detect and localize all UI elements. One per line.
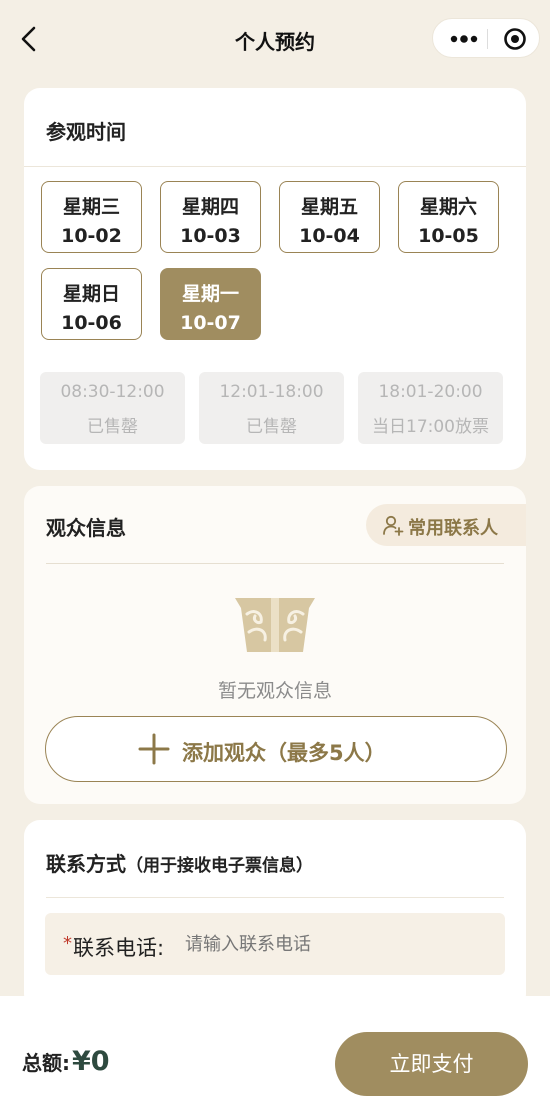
date-value: 10-04 (299, 225, 360, 247)
close-miniprogram-button[interactable] (493, 19, 537, 59)
add-audience-button[interactable]: 添加观众（最多5人） (45, 716, 507, 782)
frequent-contacts-button[interactable]: 常用联系人 (366, 504, 526, 546)
bottom-bar: 总额:¥0 立即支付 (0, 996, 550, 1100)
date-weekday: 星期四 (181, 196, 239, 218)
person-add-icon (383, 515, 404, 536)
divider (46, 563, 504, 564)
visit-time-card: 参观时间 星期三 10-02 星期四 10-03 星期五 10-04 星期六 1… (24, 88, 526, 470)
slot-time: 18:01-20:00 (378, 382, 483, 402)
required-mark: * (63, 933, 72, 954)
date-weekday: 星期三 (62, 196, 120, 218)
date-option-10-07-selected[interactable]: 星期一 10-07 (160, 268, 261, 340)
phone-field: * 联系电话: (45, 913, 505, 975)
date-option-10-02[interactable]: 星期三 10-02 (41, 181, 142, 253)
date-value: 10-06 (61, 312, 122, 334)
capsule-divider (487, 29, 488, 49)
target-icon (504, 28, 526, 50)
date-value: 10-05 (418, 225, 479, 247)
contact-title-text: 联系方式 (46, 852, 126, 876)
slot-status: 已售罄 (246, 417, 297, 437)
pay-now-button[interactable]: 立即支付 (335, 1032, 528, 1096)
date-option-10-05[interactable]: 星期六 10-05 (398, 181, 499, 253)
date-option-10-06[interactable]: 星期日 10-06 (41, 268, 142, 340)
mini-program-capsule (432, 18, 540, 58)
total-value: ¥0 (72, 1046, 110, 1077)
frequent-contacts-label: 常用联系人 (408, 518, 498, 539)
empty-state-text: 暂无观众信息 (217, 680, 332, 702)
date-option-10-04[interactable]: 星期五 10-04 (279, 181, 380, 253)
add-audience-label: 添加观众（最多5人） (182, 741, 386, 765)
date-value: 10-02 (61, 225, 122, 247)
date-weekday: 星期六 (419, 196, 477, 218)
phone-label: 联系电话: (73, 936, 165, 960)
date-weekday: 星期一 (181, 283, 239, 305)
more-dots-icon (450, 35, 478, 43)
audience-info-title: 观众信息 (46, 516, 126, 540)
total-label: 总额: (22, 1051, 70, 1075)
divider (24, 166, 526, 167)
contact-method-title: 联系方式（用于接收电子票信息） (46, 848, 313, 877)
date-value: 10-03 (180, 225, 241, 247)
more-button[interactable] (439, 19, 485, 59)
slot-status: 当日17:00放票 (372, 417, 489, 437)
phone-input[interactable] (185, 928, 485, 960)
date-value: 10-07 (180, 312, 241, 334)
time-slot-evening[interactable]: 18:01-20:00 当日17:00放票 (358, 372, 503, 444)
contact-subtitle: （用于接收电子票信息） (126, 856, 313, 876)
time-slot-morning[interactable]: 08:30-12:00 已售罄 (40, 372, 185, 444)
slot-time: 08:30-12:00 (60, 382, 165, 402)
plus-icon (138, 733, 170, 765)
visit-time-title: 参观时间 (46, 120, 126, 144)
audience-info-card: 观众信息 常用联系人 暂无观众信息 添加观众（最多5人） (24, 486, 526, 804)
date-weekday: 星期五 (300, 196, 358, 218)
date-weekday: 星期日 (62, 283, 120, 305)
empty-artifact-icon (235, 598, 315, 652)
nav-bar: 个人预约 (0, 0, 550, 78)
slot-time: 12:01-18:00 (219, 382, 324, 402)
date-option-10-03[interactable]: 星期四 10-03 (160, 181, 261, 253)
slot-status: 已售罄 (87, 417, 138, 437)
divider (46, 897, 504, 898)
total-amount: 总额:¥0 (22, 1046, 110, 1077)
contact-method-card: 联系方式（用于接收电子票信息） * 联系电话: (24, 820, 526, 1010)
time-slot-afternoon[interactable]: 12:01-18:00 已售罄 (199, 372, 344, 444)
